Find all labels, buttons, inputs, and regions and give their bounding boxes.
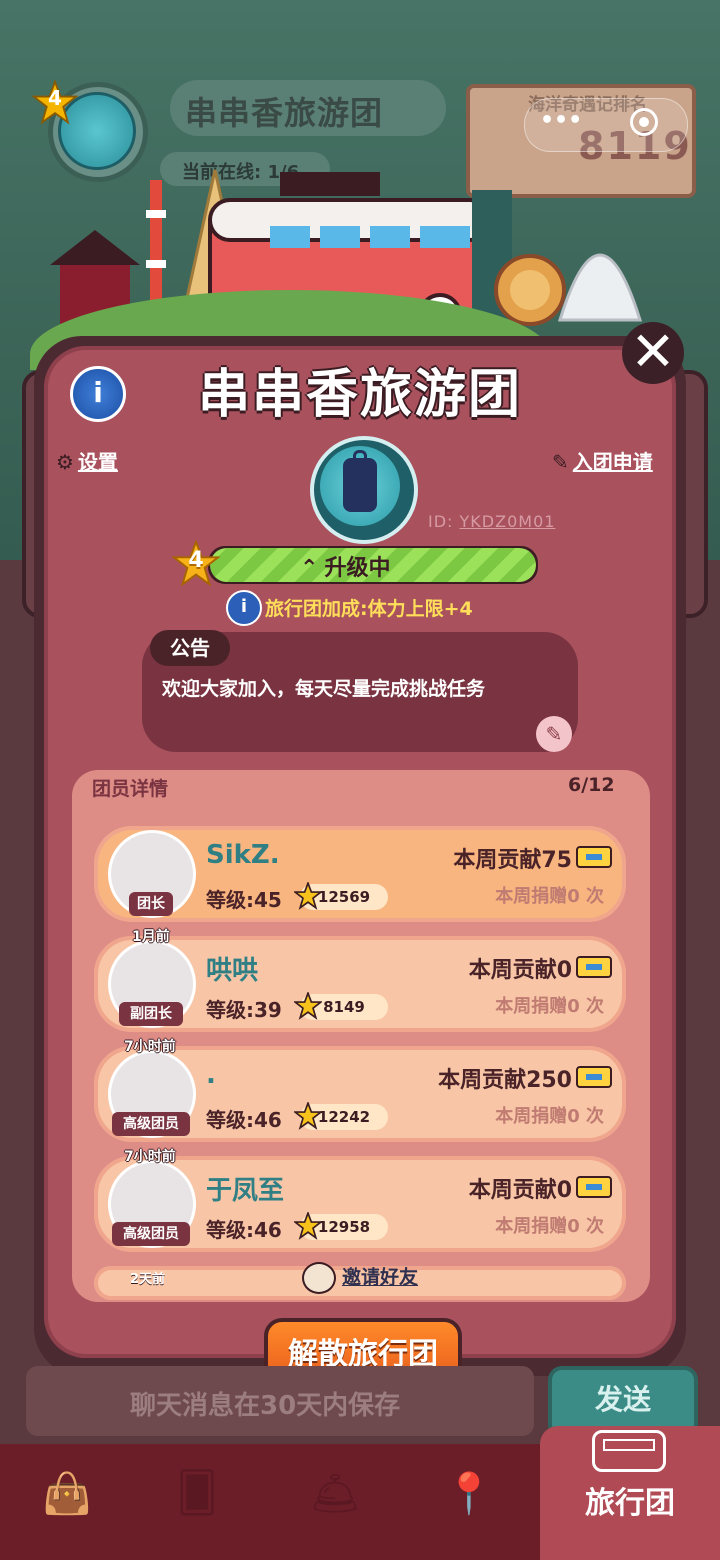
team-id-value: YKDZ0M01 (459, 512, 556, 531)
team-id-prefix: ID: (428, 512, 454, 531)
team-level-number: 4 (188, 548, 204, 573)
tab-bag[interactable]: 👜 (22, 1464, 112, 1544)
ticket-icon (576, 956, 612, 978)
member-name: SikZ. (206, 840, 280, 870)
member-name: 于凤至 (206, 1176, 285, 1206)
map-pin-icon: 📍 (444, 1471, 494, 1517)
cards-icon: 🂠 (176, 1470, 218, 1516)
weekly-contribution: 本周贡献0 (468, 958, 572, 983)
member-level: 等级:46 (206, 1108, 282, 1132)
member-role-badge: 副团长 (119, 1002, 183, 1026)
bg-level-number: 4 (48, 86, 62, 110)
member-role-badge: 高级团员 (112, 1112, 190, 1136)
document-edit-icon: ✎ (552, 450, 569, 474)
invite-friend-icon (302, 1262, 336, 1294)
bg-team-name: 串串香旅游团 (185, 94, 384, 132)
tab-map[interactable]: 📍 (424, 1464, 514, 1544)
bonus-info-icon[interactable]: i (226, 590, 262, 626)
partial-member-time: 2天前 (130, 1272, 166, 1287)
weekly-donation: 本周捐赠0 次 (495, 1216, 604, 1237)
star-points-icon (294, 882, 322, 910)
upgrade-chevron-icon: ⌃ (300, 556, 319, 581)
weekly-contribution: 本周贡献75 (453, 848, 572, 873)
member-role-badge: 高级团员 (112, 1222, 190, 1246)
weekly-donation: 本周捐赠0 次 (495, 996, 604, 1017)
star-points-icon (294, 1102, 322, 1130)
more-menu-icon[interactable]: ••• (540, 108, 582, 133)
announcement-label: 公告 (150, 630, 230, 666)
members-section-title: 团员详情 (92, 778, 169, 800)
weekly-donation: 本周捐赠0 次 (495, 886, 604, 907)
invite-friends-button[interactable]: 邀请好友 (302, 1262, 418, 1294)
join-requests-label: 入团申请 (572, 450, 653, 474)
chat-placeholder: 聊天消息在30天内保存 (130, 1391, 401, 1421)
last-online-time: 1月前 (132, 929, 170, 945)
tab-travel-group-label: 旅行团 (585, 1486, 675, 1521)
members-count: 6/12 (568, 774, 615, 796)
close-icon[interactable]: ✕ (622, 322, 684, 384)
level-status-label: 升级中 (324, 556, 391, 581)
settings-button[interactable]: ⚙ 设置 (56, 446, 118, 475)
announcement-text: 欢迎大家加入，每天尽量完成挑战任务 (162, 678, 486, 700)
weekly-donation: 本周捐赠0 次 (495, 1106, 604, 1127)
edit-announcement-icon[interactable]: ✎ (536, 716, 572, 752)
bell-icon: 🛎 (309, 1471, 361, 1517)
weekly-contribution: 本周贡献250 (438, 1068, 572, 1093)
last-online-time: 7小时前 (124, 1039, 176, 1055)
ticket-icon (576, 1176, 612, 1198)
star-points-icon (294, 1212, 322, 1240)
level-status: ⌃ 升级中 (300, 550, 390, 582)
ticket-icon (576, 846, 612, 868)
member-level: 等级:45 (206, 888, 282, 912)
suitcase-icon (343, 450, 377, 512)
star-points-icon (294, 992, 322, 1020)
bus-icon (592, 1430, 666, 1472)
tab-cards[interactable]: 🂠 (152, 1464, 242, 1544)
member-name: 哄哄 (206, 956, 259, 986)
gear-icon: ⚙ (56, 450, 74, 474)
tab-service[interactable]: 🛎 (290, 1464, 380, 1544)
member-name: . (206, 1060, 216, 1090)
close-miniprogram-icon[interactable] (630, 108, 658, 136)
weekly-contribution: 本周贡献0 (468, 1178, 572, 1203)
member-level: 等级:39 (206, 998, 282, 1022)
member-level: 等级:46 (206, 1218, 282, 1242)
last-online-time: 7小时前 (124, 1149, 176, 1165)
team-id: ID: YKDZ0M01 (428, 512, 555, 531)
member-role-badge: 团长 (129, 892, 173, 916)
ticket-icon (576, 1066, 612, 1088)
team-bonus-text: 旅行团加成:体力上限+4 (265, 598, 473, 620)
bag-icon: 👜 (42, 1471, 92, 1517)
invite-friends-label: 邀请好友 (342, 1266, 419, 1289)
info-icon[interactable]: i (70, 366, 126, 422)
join-requests-button[interactable]: ✎ 入团申请 (552, 446, 653, 475)
settings-label: 设置 (77, 450, 118, 474)
